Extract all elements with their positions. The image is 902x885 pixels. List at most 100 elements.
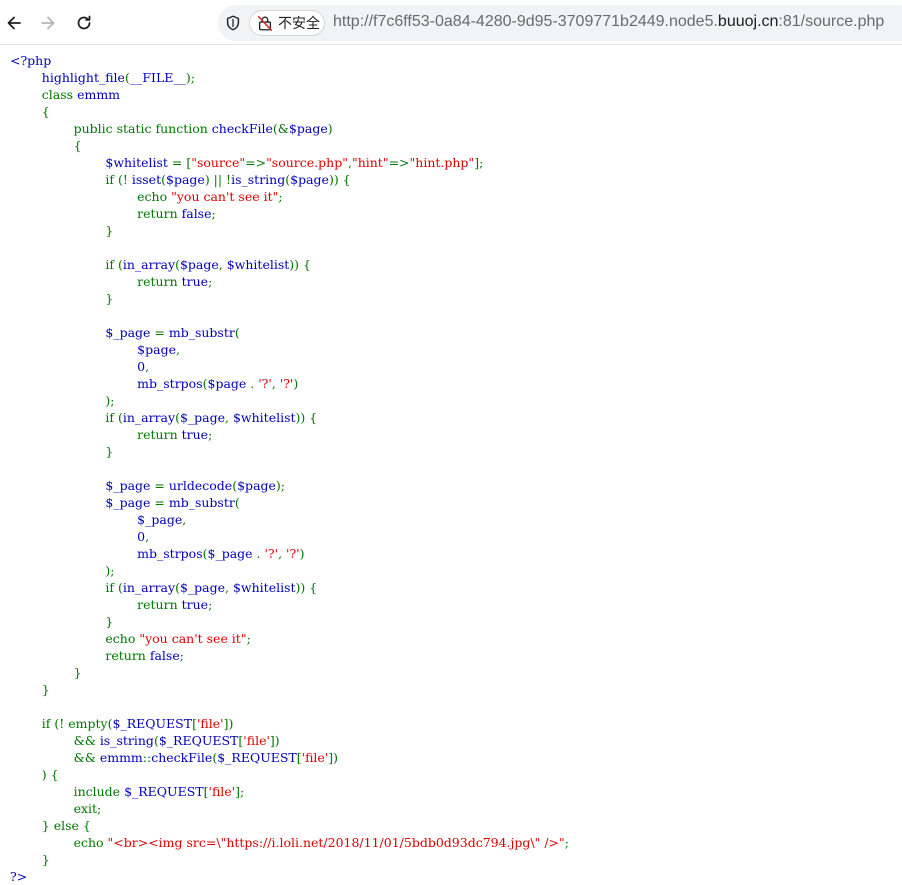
code-line: $page, bbox=[10, 341, 902, 358]
code-token: exit; bbox=[73, 801, 102, 816]
code-line: 0, bbox=[10, 358, 902, 375]
code-token: checkFile bbox=[211, 121, 273, 136]
source-view: <?php highlight_file(__FILE__); class em… bbox=[10, 52, 902, 884]
code-token: echo bbox=[73, 835, 108, 850]
code-token: mb_strpos bbox=[137, 376, 203, 391]
code-token: '?' bbox=[264, 546, 279, 561]
code-line: ) { bbox=[10, 766, 902, 783]
code-token: { bbox=[10, 104, 50, 119]
code-token: isset bbox=[131, 172, 162, 187]
code-token: ]; bbox=[235, 784, 245, 799]
code-token: true bbox=[181, 597, 209, 612]
code-token: true bbox=[181, 427, 209, 442]
code-token: $whitelist bbox=[226, 257, 290, 272]
code-token: $_REQUEST bbox=[158, 733, 239, 748]
code-line: { bbox=[10, 137, 902, 154]
code-line: } bbox=[10, 681, 902, 698]
code-token: $_page bbox=[105, 478, 155, 493]
code-token: ); bbox=[275, 478, 286, 493]
code-token: ); bbox=[10, 393, 115, 408]
code-token: checkFile bbox=[151, 750, 213, 765]
code-token: ]; bbox=[474, 155, 484, 170]
shield-icon[interactable] bbox=[222, 12, 244, 34]
code-token: "you can't see it" bbox=[171, 189, 279, 204]
code-token: public static function bbox=[73, 121, 212, 136]
code-token: )) { bbox=[295, 410, 318, 425]
code-token: $page bbox=[137, 342, 176, 357]
code-token: . bbox=[256, 546, 265, 561]
code-line: ); bbox=[10, 562, 902, 579]
code-line: $_page = mb_substr( bbox=[10, 494, 902, 511]
code-line: if (in_array($_page, $whitelist)) { bbox=[10, 579, 902, 596]
code-token: return bbox=[137, 597, 182, 612]
code-line: if (! isset($page) || !is_string($page))… bbox=[10, 171, 902, 188]
code-token: $page bbox=[207, 376, 251, 391]
code-token: ); bbox=[185, 70, 195, 85]
code-token: $page bbox=[288, 121, 328, 136]
code-token: emmm bbox=[77, 87, 121, 102]
code-token: '?' bbox=[279, 376, 294, 391]
code-token: in_array bbox=[122, 580, 176, 595]
code-line: { bbox=[10, 103, 902, 120]
code-token: "hint.php" bbox=[409, 155, 475, 170]
code-token: $_REQUEST bbox=[217, 750, 297, 765]
url-text[interactable]: http://f7c6ff53-0a84-4280-9d95-3709771b2… bbox=[333, 13, 884, 31]
code-token: && bbox=[73, 733, 100, 748]
code-token: 'file' bbox=[208, 784, 236, 799]
code-token: ) || ! bbox=[204, 172, 232, 187]
code-token: ; bbox=[208, 597, 213, 612]
code-token: if ( bbox=[105, 257, 123, 272]
code-token: } bbox=[10, 665, 82, 680]
code-token: } bbox=[10, 223, 114, 238]
code-token: 0 bbox=[137, 359, 146, 374]
code-line: $_page = mb_substr( bbox=[10, 324, 902, 341]
code-token: $_page bbox=[105, 325, 155, 340]
code-line: } bbox=[10, 290, 902, 307]
code-token: , bbox=[278, 546, 287, 561]
code-token: return bbox=[137, 274, 182, 289]
code-token: ]) bbox=[223, 716, 234, 731]
code-token: 0 bbox=[137, 529, 146, 544]
code-line: } bbox=[10, 851, 902, 868]
code-token: 'file' bbox=[301, 750, 329, 765]
code-line: <?php bbox=[10, 52, 902, 69]
code-line: public static function checkFile(&$page) bbox=[10, 120, 902, 137]
forward-button[interactable] bbox=[34, 9, 62, 37]
code-token: => bbox=[388, 155, 410, 170]
code-line: $_page = urldecode($page); bbox=[10, 477, 902, 494]
security-label: 不安全 bbox=[278, 15, 320, 31]
code-line: class emmm bbox=[10, 86, 902, 103]
code-token: $_page bbox=[137, 512, 183, 527]
code-token: if (! bbox=[41, 716, 69, 731]
code-line: highlight_file(__FILE__); bbox=[10, 69, 902, 86]
reload-button[interactable] bbox=[70, 9, 98, 37]
back-button[interactable] bbox=[0, 9, 28, 37]
code-token: ]) bbox=[269, 733, 280, 748]
code-token: ; bbox=[246, 631, 251, 646]
code-token: ?> bbox=[10, 869, 28, 884]
code-token: } bbox=[10, 682, 50, 697]
code-token: => bbox=[245, 155, 267, 170]
code-line: return false; bbox=[10, 205, 902, 222]
code-line: $_page, bbox=[10, 511, 902, 528]
code-token: $page bbox=[166, 172, 205, 187]
code-token: ; bbox=[179, 648, 184, 663]
code-line: echo "you can't see it"; bbox=[10, 188, 902, 205]
security-status-chip[interactable]: 不安全 bbox=[249, 10, 325, 36]
code-token: false bbox=[149, 648, 180, 663]
